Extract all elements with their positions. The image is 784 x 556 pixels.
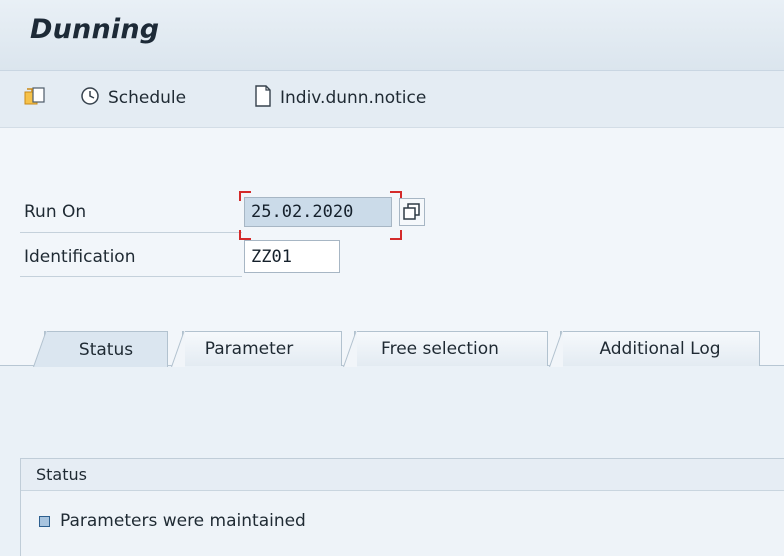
run-on-label: Run On	[24, 202, 87, 222]
status-list-item: Parameters were maintained	[39, 511, 306, 531]
page-title: Dunning	[30, 14, 160, 45]
document-icon	[254, 84, 272, 112]
get-variant-icon	[22, 85, 48, 112]
identification-label-underline	[20, 276, 242, 277]
focus-marker	[239, 191, 251, 201]
application-toolbar: Schedule Indiv.dunn.notice	[0, 71, 784, 128]
identification-label: Identification	[24, 247, 136, 267]
tab-edge	[549, 331, 563, 367]
clock-icon	[80, 86, 100, 111]
tab-status[interactable]: Status	[33, 331, 168, 367]
tab-edge	[171, 331, 185, 367]
status-bullet-icon	[39, 515, 50, 527]
variant-button[interactable]	[22, 83, 56, 113]
copy-icon	[399, 198, 425, 226]
tab-additional-log[interactable]: Additional Log	[549, 331, 760, 367]
tab-free-selection-label: Free selection	[381, 339, 499, 359]
indiv-dunning-notice-label: Indiv.dunn.notice	[280, 88, 427, 108]
tab-status-label: Status	[78, 339, 134, 360]
run-on-label-underline	[20, 232, 242, 233]
schedule-button[interactable]: Schedule	[80, 83, 186, 113]
status-group-header: Status	[21, 459, 784, 491]
focus-marker	[390, 230, 402, 240]
tab-parameter-label: Parameter	[204, 339, 294, 359]
tab-additional-log-label: Additional Log	[599, 339, 721, 359]
focus-marker	[239, 230, 251, 240]
indiv-dunning-notice-button[interactable]: Indiv.dunn.notice	[254, 83, 426, 113]
status-group: Status Parameters were maintained	[20, 458, 784, 556]
schedule-label: Schedule	[108, 88, 187, 108]
tab-parameter[interactable]: Parameter	[171, 331, 342, 367]
tab-edge	[343, 331, 357, 367]
tab-edge	[33, 331, 47, 367]
tab-free-selection[interactable]: Free selection	[343, 331, 548, 367]
title-bar: Dunning	[0, 0, 784, 71]
identification-input[interactable]: ZZ01	[244, 240, 340, 273]
run-on-date-input[interactable]: 25.02.2020	[244, 197, 392, 227]
status-message: Parameters were maintained	[60, 511, 306, 531]
value-help-button[interactable]	[399, 198, 425, 226]
